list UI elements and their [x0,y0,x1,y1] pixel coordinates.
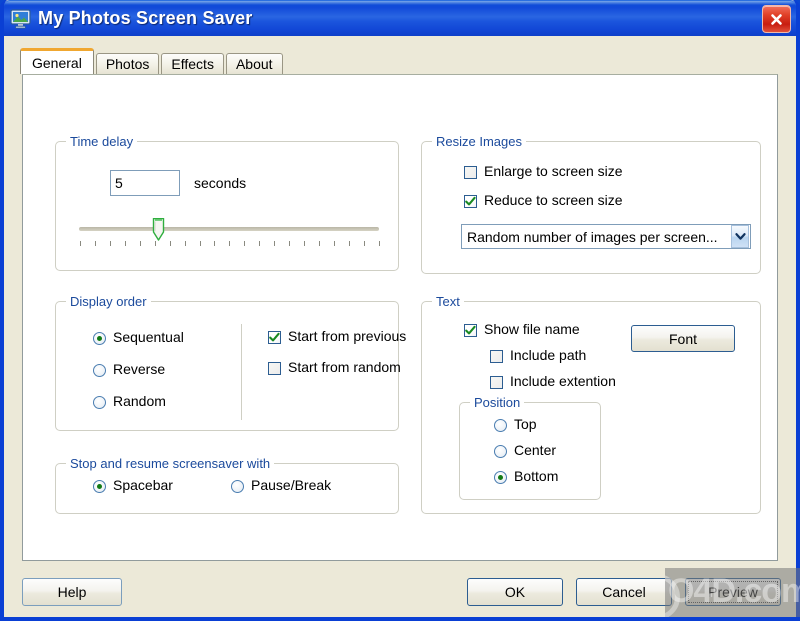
group-resize-images-label: Resize Images [432,134,526,149]
checkbox-start-from-random[interactable] [268,362,281,375]
checkbox-include-path[interactable] [490,350,503,363]
group-stop-and-resume: Stop and resume screensaver with Spaceba… [55,456,399,514]
display-order-divider [241,324,242,420]
window-title: My Photos Screen Saver [38,8,253,28]
group-time-delay-label: Time delay [66,134,138,149]
radio-pause-break[interactable] [231,480,244,493]
cancel-button-label: Cancel [602,584,646,600]
ok-button-label: OK [504,584,526,600]
radio-spacebar[interactable] [93,480,106,493]
seconds-label: seconds [194,175,247,191]
group-text-label: Text [432,294,464,309]
tab-strip: General Photos Effects About [20,48,285,74]
monitor-photo-icon [10,8,32,29]
time-delay-slider-thumb[interactable] [152,217,165,241]
dialog-window: My Photos Screen Saver General Photos Ef… [0,0,800,621]
radio-sequentual[interactable] [93,332,106,345]
title-bar: My Photos Screen Saver [4,0,796,36]
group-position-label: Position [470,395,525,410]
radio-random[interactable] [93,396,106,409]
tab-photos-label: Photos [105,56,150,72]
radio-position-bottom-dot [498,475,503,480]
tab-general-label: General [32,54,82,71]
tab-effects[interactable]: Effects [161,53,224,74]
group-display-order-label: Display order [66,294,151,309]
checkbox-show-file-name[interactable] [464,324,477,337]
checkbox-include-extention[interactable] [490,376,503,389]
time-delay-input[interactable] [110,170,180,196]
checkbox-start-from-random-label: Start from random [288,359,401,375]
tab-effects-label: Effects [171,56,214,72]
radio-position-bottom-label: Bottom [514,468,559,484]
help-button-label: Help [57,584,87,600]
radio-position-bottom[interactable] [494,471,507,484]
font-button[interactable]: Font [631,325,735,352]
radio-position-center-label: Center [514,442,557,458]
checkbox-enlarge-to-screen-size-label: Enlarge to screen size [484,163,623,179]
radio-pause-break-label: Pause/Break [251,477,332,493]
client-area: General Photos Effects About Time delay [8,36,792,613]
time-delay-slider-track[interactable] [79,227,379,231]
checkbox-enlarge-to-screen-size[interactable] [464,166,477,179]
group-display-order: Display order Sequentual Reverse Random [55,294,406,431]
radio-spacebar-dot [97,484,102,489]
radio-reverse-label: Reverse [113,361,166,377]
chevron-down-icon[interactable] [731,225,749,248]
radio-spacebar-label: Spacebar [113,477,173,493]
checkbox-show-file-name-label: Show file name [484,321,580,337]
preview-button[interactable]: Preview [685,578,781,606]
images-per-screen-combobox[interactable]: Random number of images per screen... [461,224,751,249]
checkbox-reduce-to-screen-size-label: Reduce to screen size [484,192,623,208]
checkbox-include-path-label: Include path [510,347,587,363]
images-per-screen-combobox-value: Random number of images per screen... [467,228,718,245]
group-position: Position Top Center Bottom [459,395,601,500]
screenshot-root: My Photos Screen Saver General Photos Ef… [0,0,800,621]
group-stop-and-resume-label: Stop and resume screensaver with [66,456,275,471]
group-text: Text Show file name Include path Include… [421,294,761,514]
ok-button[interactable]: OK [467,578,563,606]
radio-sequentual-dot [97,336,102,341]
group-time-delay: Time delay seconds [55,134,399,271]
cancel-button[interactable]: Cancel [576,578,672,606]
tab-about-label: About [235,56,273,72]
close-icon [769,12,784,27]
checkbox-reduce-to-screen-size[interactable] [464,195,477,208]
preview-button-focus-ring [688,581,778,603]
checkbox-start-from-previous[interactable] [268,331,281,344]
time-delay-slider-ticks [80,241,380,246]
tab-page-general: Time delay seconds [22,74,778,561]
close-button[interactable] [762,5,791,33]
tab-photos[interactable]: Photos [95,53,160,74]
help-button[interactable]: Help [22,578,122,606]
tab-general[interactable]: General [20,48,94,74]
tab-about[interactable]: About [225,53,283,74]
checkbox-start-from-previous-label: Start from previous [288,328,407,344]
radio-reverse[interactable] [93,364,106,377]
radio-sequentual-label: Sequentual [113,329,184,345]
radio-position-center[interactable] [494,445,507,458]
radio-position-top-label: Top [514,416,537,432]
group-resize-images: Resize Images Enlarge to screen size Red… [421,134,761,274]
checkbox-include-extention-label: Include extention [510,373,616,389]
radio-random-label: Random [113,393,166,409]
radio-position-top[interactable] [494,419,507,432]
font-button-label: Font [668,330,697,347]
